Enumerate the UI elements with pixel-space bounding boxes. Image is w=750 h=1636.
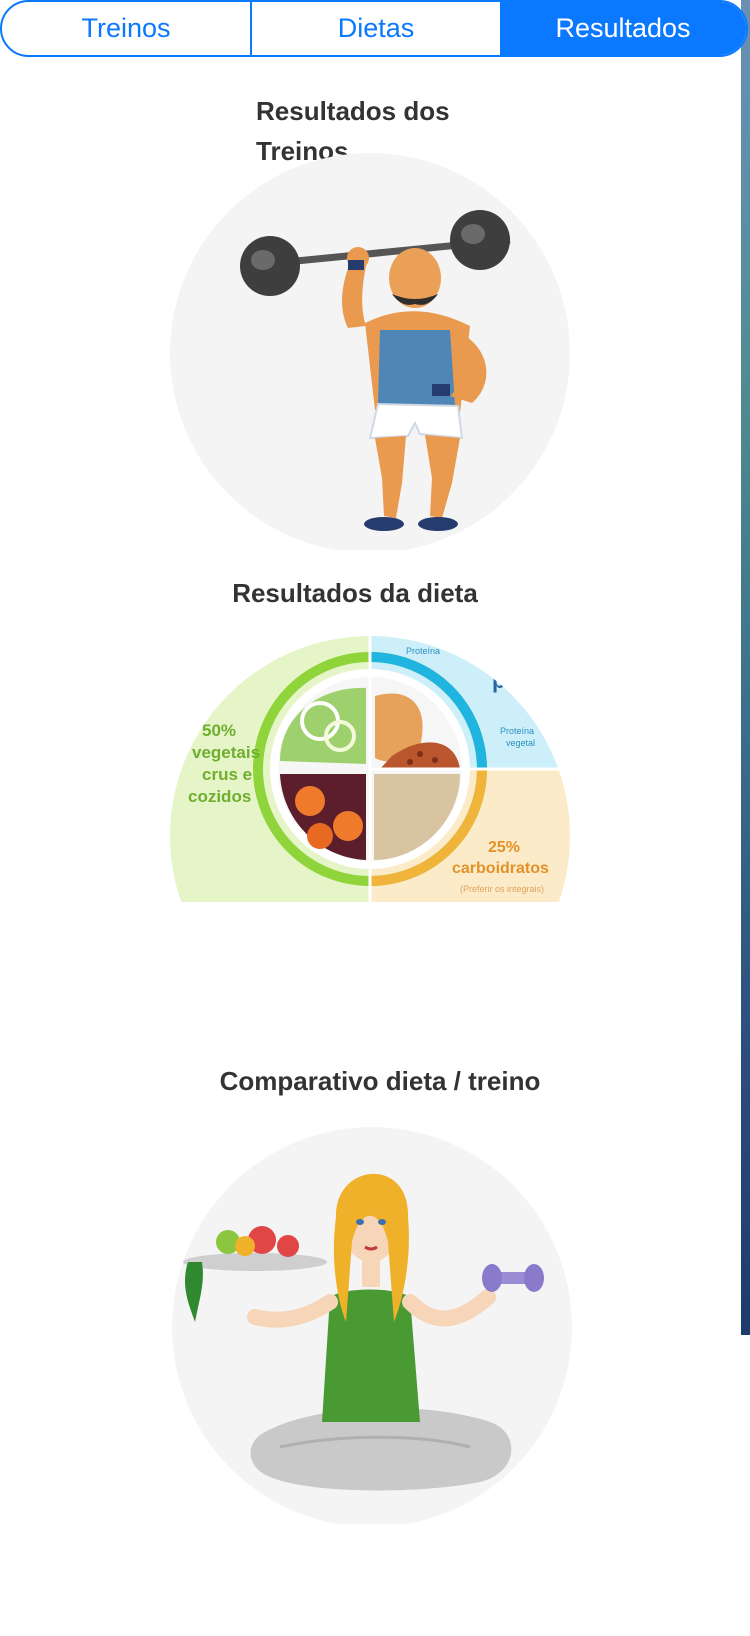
woman-balance-image [170,1122,574,1524]
muscleman-image [170,148,570,550]
carbs-pct-label: 25% [488,839,520,856]
section-title-comparativo: Comparativo dieta / treino [219,1066,541,1096]
carbs-label: carboidratos [452,860,549,877]
veg-label-line3: crus e [202,765,252,784]
tab-dietas[interactable]: Dietas [252,2,500,55]
window-edge-strip [741,0,750,1335]
protein-top-label: Proteína [406,646,440,656]
protein-vegetal-line2: vegetal [506,738,535,748]
veg-pct-label: 50% [202,721,236,740]
carbs-note: (Preferir os integrais) [460,884,544,894]
veg-label-line2: vegetais [192,743,260,762]
plate-image: p 50% vegetais crus e cozidos Proteína P… [170,636,570,902]
section-title-dieta: Resultados da dieta [232,578,478,608]
veg-label-line4: cozidos [188,787,251,806]
tab-resultados[interactable]: Resultados [500,2,746,55]
tab-treinos[interactable]: Treinos [2,2,252,55]
protein-vegetal-line1: Proteína [500,726,534,736]
tab-bar: Treinos Dietas Resultados [0,0,748,57]
protein-letter: p [492,668,505,693]
